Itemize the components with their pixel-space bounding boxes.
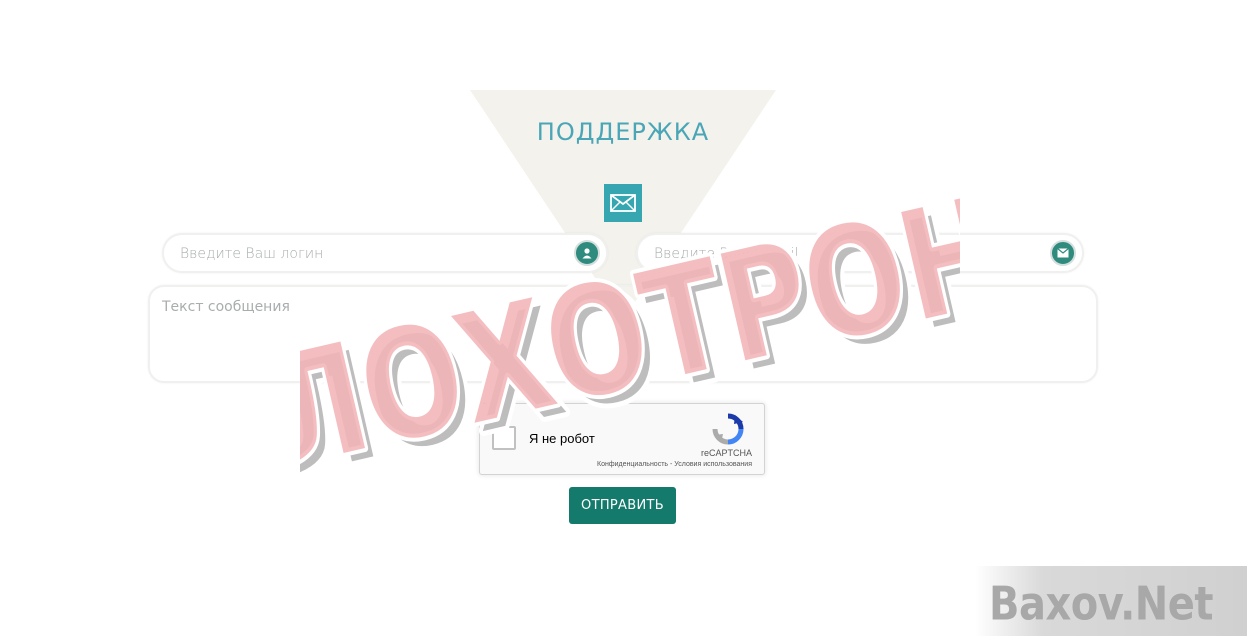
user-icon — [574, 240, 600, 266]
terms-link[interactable]: Условия использования — [674, 461, 752, 468]
login-input[interactable] — [178, 235, 564, 273]
captcha-checkbox[interactable] — [492, 426, 516, 450]
email-field — [636, 233, 1084, 273]
recaptcha-links: Конфиденциальность - Условия использован… — [597, 461, 752, 468]
message-field — [148, 285, 1098, 383]
watermark-text: Baxov.Net — [989, 578, 1214, 631]
support-page: ПОДДЕРЖКА Я не робот — [0, 0, 1247, 636]
page-title: ПОДДЕРЖКА — [536, 118, 710, 146]
envelope-icon — [604, 184, 642, 222]
recaptcha-logo-icon — [712, 413, 744, 445]
recaptcha-brand: reCAPTCHA — [700, 448, 752, 458]
envelope-icon — [1050, 240, 1076, 266]
captcha-label: Я не робот — [529, 431, 595, 446]
site-watermark: Baxov.Net — [975, 566, 1247, 636]
login-field — [162, 233, 608, 273]
message-textarea[interactable] — [160, 297, 1090, 375]
submit-button[interactable]: ОТПРАВИТЬ — [569, 487, 676, 524]
recaptcha-widget: Я не робот reCAPTCHA Конфиденциальность … — [479, 403, 765, 475]
email-input[interactable] — [652, 235, 1040, 273]
privacy-link[interactable]: Конфиденциальность — [597, 461, 668, 468]
